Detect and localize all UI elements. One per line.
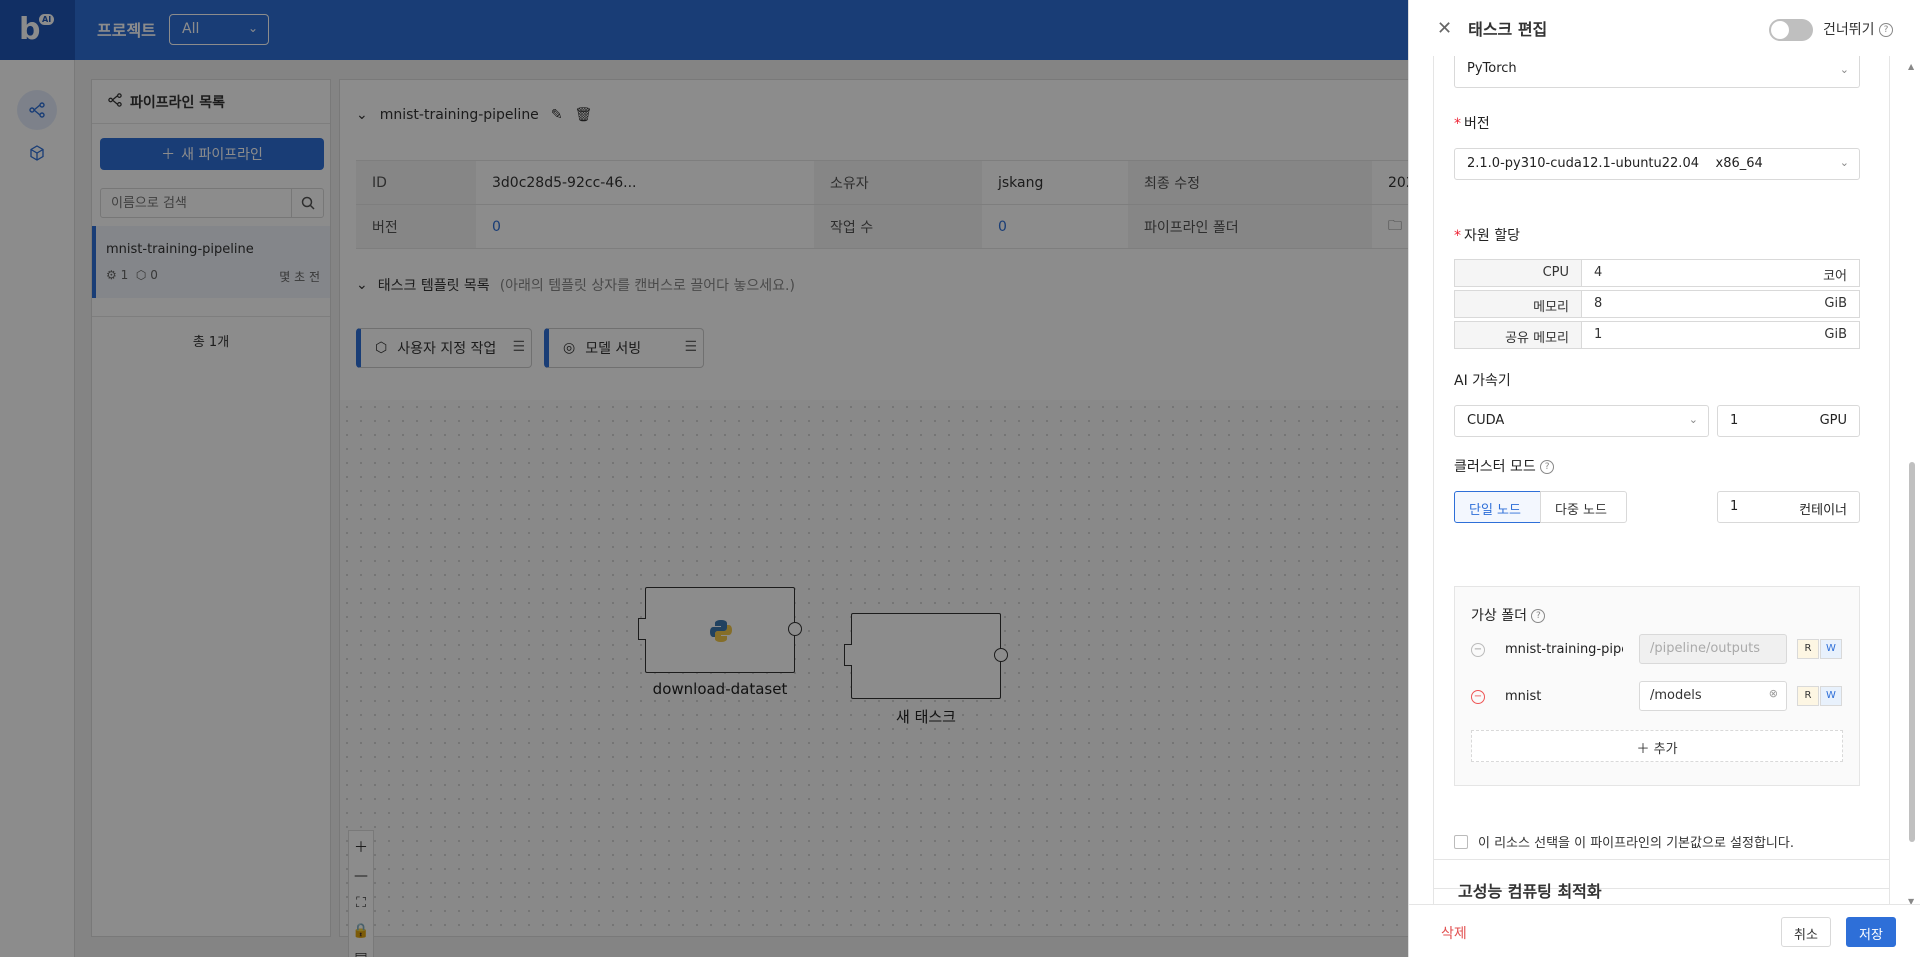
hpc-card[interactable]: 고성능 컴퓨팅 최적화 [1433, 859, 1890, 904]
edit-task-drawer: ✕ 태스크 편집 건너뛰기 ? PyTorch ⌄ * 버전 2.1.0-py31… [1408, 0, 1920, 957]
cpu-value: 4 [1594, 265, 1603, 280]
scroll-thumb[interactable] [1909, 462, 1915, 842]
skip-label: 건너뛰기 ? [1823, 19, 1893, 39]
help-icon[interactable]: ? [1531, 609, 1546, 623]
memory-input[interactable]: 8 GiB [1581, 290, 1860, 318]
cluster-label-text: 클러스터 모드 [1454, 459, 1536, 475]
vfolder-path-input: /pipeline/outputs [1639, 634, 1787, 664]
delete-button[interactable]: 삭제 [1441, 923, 1467, 943]
container-unit: 컨테이너 [1799, 503, 1847, 518]
drawer-body: PyTorch ⌄ * 버전 2.1.0-py310-cuda12.1-ubunt… [1409, 56, 1920, 904]
memory-label: 메모리 [1454, 290, 1582, 318]
accelerator-label: AI 가속기 [1454, 373, 1511, 389]
resource-field-label: * 자원 할당 [1454, 228, 1520, 244]
chevron-down-icon: ⌄ [1688, 413, 1698, 426]
memory-unit: GiB [1824, 296, 1847, 311]
framework-select[interactable]: PyTorch ⌄ [1454, 56, 1860, 88]
vfolder-name: mnist-training-pipe [1505, 642, 1623, 657]
accelerator-value: CUDA [1467, 413, 1505, 428]
read-toggle[interactable]: R [1797, 639, 1819, 659]
checkbox[interactable] [1454, 834, 1468, 849]
cluster-mode-label: 클러스터 모드 ? [1454, 456, 1555, 476]
modal-overlay[interactable] [0, 0, 1408, 957]
read-toggle[interactable]: R [1797, 686, 1819, 706]
gpu-unit: GPU [1819, 413, 1847, 428]
hpc-title: 고성능 컴퓨팅 최적화 [1458, 882, 1602, 901]
shared-memory-input[interactable]: 1 GiB [1581, 321, 1860, 349]
resource-card: PyTorch ⌄ * 버전 2.1.0-py310-cuda12.1-ubunt… [1433, 56, 1890, 889]
remove-icon[interactable]: − [1471, 690, 1485, 704]
cpu-input[interactable]: 4 코어 [1581, 259, 1860, 287]
clear-icon[interactable]: ⊗ [1769, 687, 1778, 700]
version-label-text: 버전 [1464, 116, 1490, 132]
vfolder-label-text: 가상 폴더 [1471, 608, 1527, 624]
cpu-label: CPU [1454, 259, 1582, 287]
drawer-title: 태스크 편집 [1468, 20, 1548, 39]
container-input[interactable]: 1 컨테이너 [1717, 491, 1860, 523]
shared-memory-value: 1 [1594, 327, 1603, 342]
default-resource-checkbox[interactable]: 이 리소스 선택을 이 파이프라인의 기본값으로 설정합니다. [1454, 832, 1794, 851]
container-value: 1 [1730, 499, 1739, 514]
cpu-row: CPU 4 코어 [1454, 259, 1860, 287]
shared-memory-unit: GiB [1824, 327, 1847, 342]
vfolder-path: /models [1650, 688, 1702, 703]
write-toggle[interactable]: W [1820, 686, 1842, 706]
skip-text: 건너뛰기 [1823, 22, 1875, 38]
version-select[interactable]: 2.1.0-py310-cuda12.1-ubuntu22.04 x86_64 … [1454, 148, 1860, 180]
vfolder-name: mnist [1505, 689, 1542, 704]
plus-icon: ＋ [1636, 742, 1650, 757]
write-toggle[interactable]: W [1820, 639, 1842, 659]
gpu-input[interactable]: 1 GPU [1717, 405, 1860, 437]
chevron-down-icon: ⌄ [1839, 156, 1849, 169]
version-field-label: * 버전 [1454, 116, 1490, 132]
help-icon[interactable]: ? [1878, 23, 1893, 37]
gpu-value: 1 [1730, 413, 1739, 428]
shared-memory-row: 공유 메모리 1 GiB [1454, 321, 1860, 349]
accelerator-select[interactable]: CUDA ⌄ [1454, 405, 1709, 437]
memory-row: 메모리 8 GiB [1454, 290, 1860, 318]
close-icon[interactable]: ✕ [1437, 18, 1452, 39]
help-icon[interactable]: ? [1540, 460, 1555, 474]
vfolder-label: 가상 폴더 ? [1471, 605, 1546, 625]
single-node-button[interactable]: 단일 노드 [1454, 491, 1541, 523]
shared-memory-label: 공유 메모리 [1454, 321, 1582, 349]
multi-node-button[interactable]: 다중 노드 [1540, 491, 1627, 523]
cancel-button[interactable]: 취소 [1781, 917, 1831, 947]
version-value: 2.1.0-py310-cuda12.1-ubuntu22.04 x86_64 [1467, 156, 1763, 171]
vfolder-box: 가상 폴더 ? − mnist-training-pipe /pipeline/… [1454, 586, 1860, 786]
memory-value: 8 [1594, 296, 1603, 311]
scrollbar[interactable]: ▲ ▼ [1908, 62, 1916, 906]
checkbox-label: 이 리소스 선택을 이 파이프라인의 기본값으로 설정합니다. [1478, 836, 1794, 851]
vfolder-path: /pipeline/outputs [1650, 641, 1760, 656]
add-vfolder-button[interactable]: ＋ 추가 [1471, 730, 1843, 762]
add-label: 추가 [1653, 742, 1678, 757]
skip-toggle[interactable] [1769, 19, 1813, 41]
framework-value: PyTorch [1467, 61, 1517, 76]
remove-icon[interactable]: − [1471, 643, 1485, 657]
chevron-down-icon: ⌄ [1839, 63, 1849, 76]
save-button[interactable]: 저장 [1846, 917, 1896, 947]
drawer-footer: 삭제 취소 저장 [1409, 904, 1920, 957]
cpu-unit: 코어 [1823, 269, 1847, 284]
resource-label-text: 자원 할당 [1464, 228, 1520, 244]
scroll-up-icon[interactable]: ▲ [1908, 62, 1914, 71]
vfolder-path-input[interactable]: /models ⊗ [1639, 681, 1787, 711]
